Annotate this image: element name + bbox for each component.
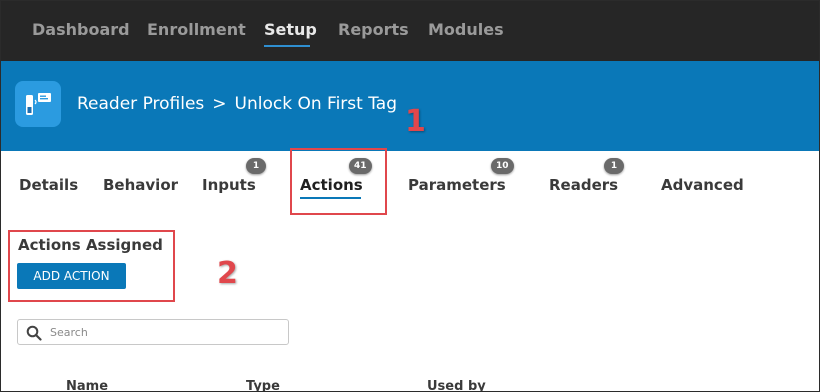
search-input[interactable] [50, 323, 280, 341]
annotation-box-add-action [8, 230, 175, 302]
nav-item-modules[interactable]: Modules [428, 20, 504, 39]
tab-inputs[interactable]: Inputs [202, 176, 256, 194]
nav-active-underline [264, 45, 310, 47]
breadcrumb-separator: > [212, 94, 227, 114]
nav-item-reports[interactable]: Reports [338, 20, 409, 39]
annotation-box-actions-tab [290, 148, 387, 215]
nav-item-dashboard[interactable]: Dashboard [32, 20, 130, 39]
annotation-number-2: 2 [217, 256, 238, 291]
breadcrumb-parent[interactable]: Reader Profiles [77, 94, 204, 114]
page-title: Unlock On First Tag [234, 94, 398, 114]
annotation-number-1: 1 [405, 104, 426, 139]
tab-parameters[interactable]: Parameters [408, 176, 506, 194]
tab-details[interactable]: Details [19, 176, 78, 194]
search-icon [26, 325, 42, 341]
tab-advanced[interactable]: Advanced [661, 176, 744, 194]
column-header-name[interactable]: Name [66, 379, 108, 391]
parameters-count-badge: 10 [491, 158, 514, 174]
column-header-type[interactable]: Type [246, 379, 280, 391]
search-box [17, 319, 289, 345]
readers-count-badge: 1 [604, 158, 624, 174]
tab-behavior[interactable]: Behavior [103, 176, 178, 194]
page-frame: Dashboard Enrollment Setup Reports Modul… [0, 0, 820, 392]
nav-item-enrollment[interactable]: Enrollment [147, 20, 246, 39]
breadcrumb: Reader Profiles > Unlock On First Tag [77, 94, 405, 114]
reader-device-icon [15, 81, 61, 127]
top-navigation: Dashboard Enrollment Setup Reports Modul… [1, 1, 819, 61]
inputs-count-badge: 1 [246, 158, 266, 174]
tab-readers[interactable]: Readers [549, 176, 618, 194]
column-header-used-by[interactable]: Used by [427, 379, 486, 391]
nav-item-setup[interactable]: Setup [264, 20, 317, 39]
